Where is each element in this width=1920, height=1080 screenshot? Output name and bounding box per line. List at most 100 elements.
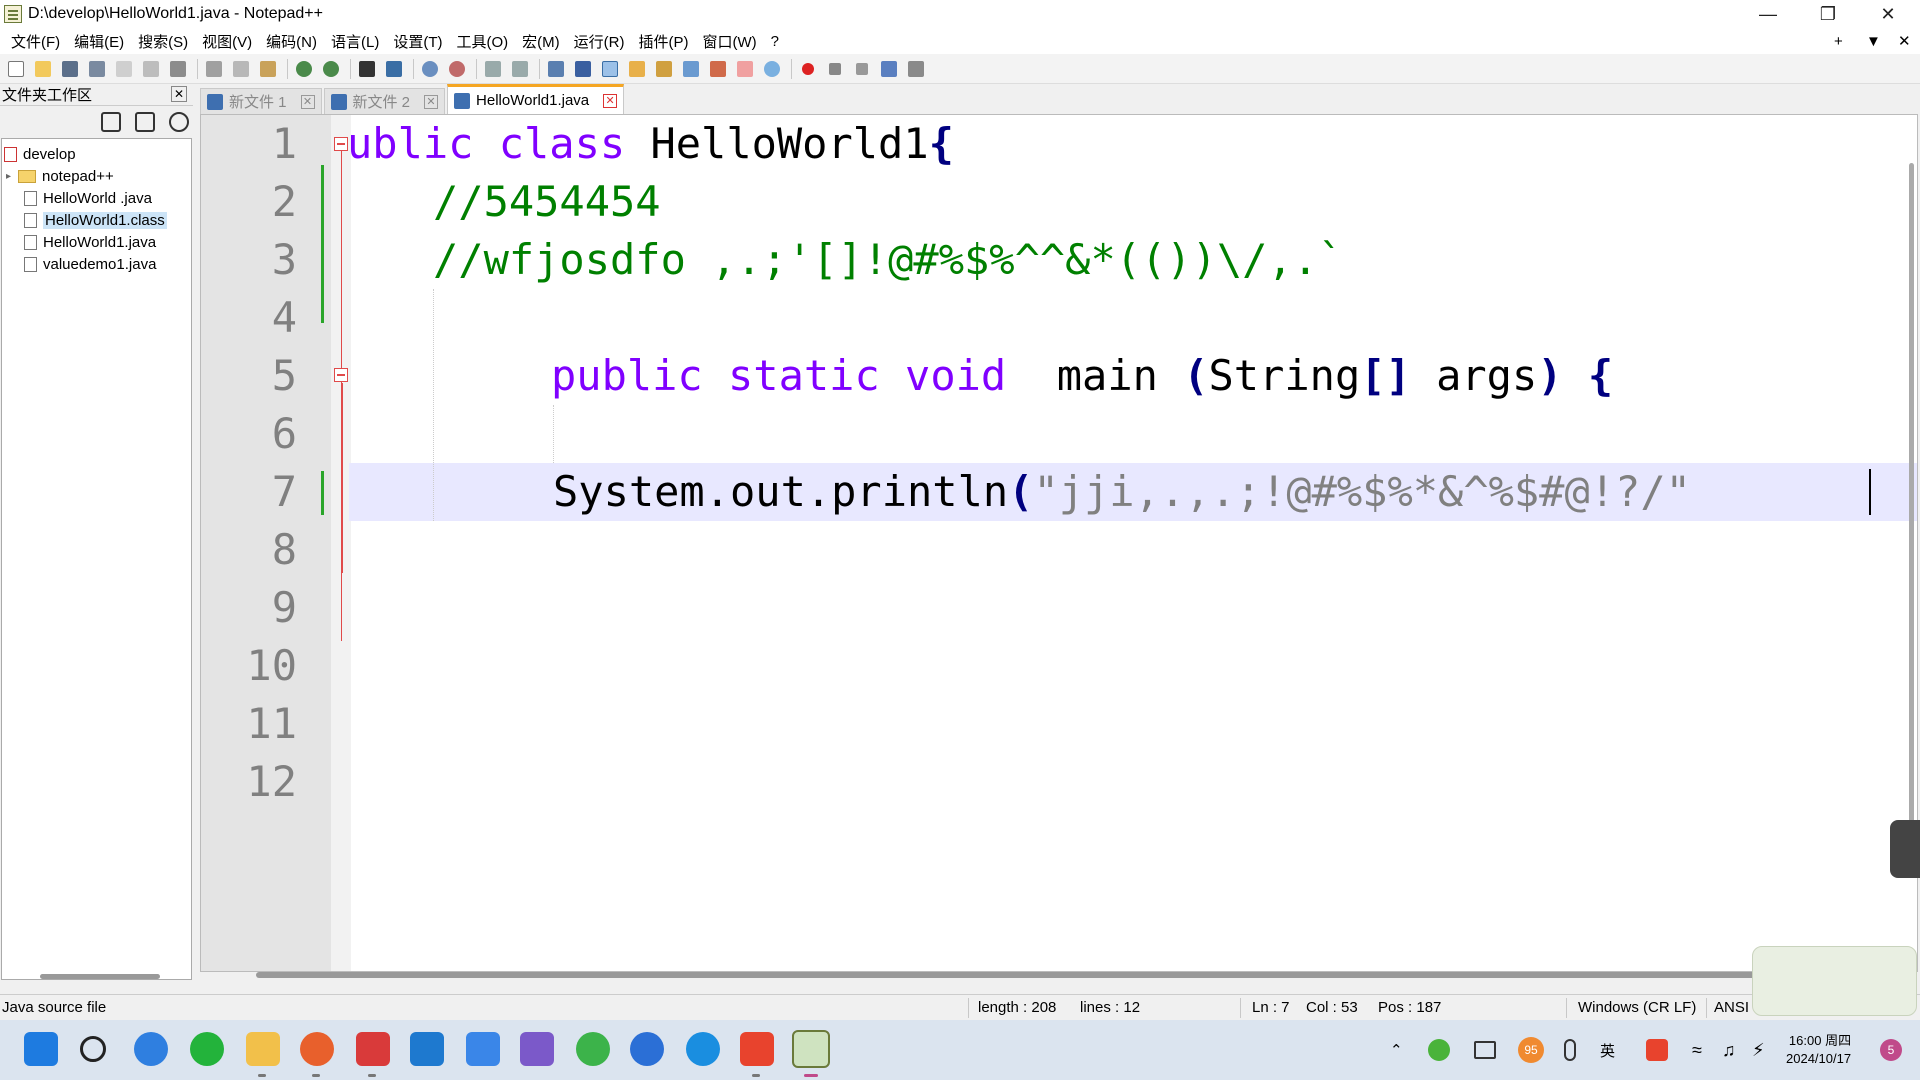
sogou-input-icon[interactable] xyxy=(1646,1039,1668,1061)
menu-edit[interactable]: 编辑(E) xyxy=(67,31,131,52)
function-list-icon[interactable] xyxy=(706,58,730,80)
editor-vertical-scrollbar[interactable] xyxy=(1909,163,1914,853)
tablet-mode-icon[interactable] xyxy=(1474,1041,1496,1059)
microphone-icon[interactable] xyxy=(1564,1039,1576,1061)
score-badge[interactable]: 95 xyxy=(1518,1037,1544,1063)
feishu-icon[interactable] xyxy=(466,1032,500,1066)
save-macro-icon[interactable] xyxy=(904,58,928,80)
menu-view[interactable]: 视图(V) xyxy=(195,31,259,52)
close-window-button[interactable]: ✕ xyxy=(1860,0,1916,28)
locate-current-file-icon[interactable] xyxy=(169,112,189,132)
tab-close-icon[interactable]: ✕ xyxy=(603,93,618,108)
find-icon[interactable] xyxy=(355,58,379,80)
save-icon[interactable] xyxy=(58,58,82,80)
paste-icon[interactable] xyxy=(256,58,280,80)
show-hidden-icons[interactable]: ⌃ xyxy=(1390,1020,1403,1080)
record-macro-icon[interactable] xyxy=(796,58,820,80)
menu-window[interactable]: 窗口(W) xyxy=(695,31,763,52)
new-file-icon[interactable] xyxy=(4,58,28,80)
power-icon[interactable]: ⚡ xyxy=(1752,1020,1765,1080)
udl-icon[interactable] xyxy=(625,58,649,80)
restore-button[interactable]: ❐ xyxy=(1800,0,1856,28)
notification-badge[interactable]: 5 xyxy=(1880,1039,1902,1061)
wifi-icon[interactable]: ≈ xyxy=(1692,1020,1702,1080)
folder-as-workspace-icon[interactable] xyxy=(733,58,757,80)
indent-guide-icon[interactable] xyxy=(598,58,622,80)
save-all-icon[interactable] xyxy=(85,58,109,80)
menu-search[interactable]: 搜索(S) xyxy=(131,31,195,52)
document-map-icon[interactable] xyxy=(652,58,676,80)
status-eol[interactable]: Windows (CR LF) xyxy=(1578,999,1696,1016)
workspace-horizontal-scrollbar[interactable] xyxy=(40,974,160,979)
side-panel-handle[interactable] xyxy=(1890,820,1920,878)
windows-start-icon[interactable] xyxy=(24,1032,58,1066)
play-macro-icon[interactable] xyxy=(850,58,874,80)
menu-settings[interactable]: 设置(T) xyxy=(386,31,449,52)
tab-new-file-2[interactable]: 新文件 2 ✕ xyxy=(323,88,446,114)
kuaizip-icon[interactable] xyxy=(134,1032,168,1066)
sync-horizontal-icon[interactable] xyxy=(508,58,532,80)
video-recorder-icon[interactable] xyxy=(356,1032,390,1066)
status-encoding[interactable]: ANSI xyxy=(1714,999,1749,1016)
ime-skin-widget[interactable] xyxy=(1752,946,1917,1016)
run-macro-multiple-icon[interactable] xyxy=(877,58,901,80)
search-icon[interactable] xyxy=(80,1036,106,1062)
volume-icon[interactable]: ♫ xyxy=(1722,1020,1736,1080)
menu-file[interactable]: 文件(F) xyxy=(4,31,67,52)
tree-item-helloworld-java[interactable]: HelloWorld .java xyxy=(2,187,191,209)
zoom-out-icon[interactable] xyxy=(445,58,469,80)
menu-help[interactable]: ? xyxy=(764,33,786,50)
tree-item-helloworld1-class[interactable]: HelloWorld1.class xyxy=(2,209,191,231)
tab-close-icon[interactable]: ✕ xyxy=(424,94,439,109)
open-file-icon[interactable] xyxy=(31,58,55,80)
replace-icon[interactable] xyxy=(382,58,406,80)
vscode-icon[interactable] xyxy=(410,1032,444,1066)
notepadpp-taskbar-icon[interactable] xyxy=(792,1030,830,1068)
tree-item-valuedemo1-java[interactable]: valuedemo1.java xyxy=(2,253,191,275)
tree-item-helloworld1-java[interactable]: HelloWorld1.java xyxy=(2,231,191,253)
close-file-icon[interactable] xyxy=(112,58,136,80)
firefox-icon[interactable] xyxy=(300,1032,334,1066)
file-explorer-icon[interactable] xyxy=(246,1032,280,1066)
tray-app-icon[interactable] xyxy=(1428,1039,1450,1061)
redo-icon[interactable] xyxy=(319,58,343,80)
close-all-icon[interactable] xyxy=(139,58,163,80)
new-tab-plus[interactable]: + xyxy=(1834,28,1843,54)
unfold-all-icon[interactable] xyxy=(101,112,121,132)
minimize-button[interactable]: — xyxy=(1740,0,1796,28)
tab-list-dropdown[interactable]: ▼ xyxy=(1866,28,1881,54)
zoom-in-icon[interactable] xyxy=(418,58,442,80)
copy-icon[interactable] xyxy=(229,58,253,80)
close-document-button[interactable]: ✕ xyxy=(1898,28,1911,54)
tab-new-file-1[interactable]: 新文件 1 ✕ xyxy=(200,88,322,114)
visual-studio-icon[interactable] xyxy=(520,1032,554,1066)
thunder-icon[interactable] xyxy=(686,1032,720,1066)
tree-item-develop[interactable]: develop xyxy=(2,143,191,165)
fold-all-icon[interactable] xyxy=(135,112,155,132)
monitoring-icon[interactable] xyxy=(760,58,784,80)
cut-icon[interactable] xyxy=(202,58,226,80)
tab-close-icon[interactable]: ✕ xyxy=(300,94,315,109)
workspace-close-button[interactable]: ✕ xyxy=(171,86,187,102)
menu-language[interactable]: 语言(L) xyxy=(324,31,386,52)
word-wrap-icon[interactable] xyxy=(544,58,568,80)
menu-encoding[interactable]: 编码(N) xyxy=(259,31,324,52)
code-editor[interactable]: 1 ublic class HelloWorld1{ 2 //5454454 3… xyxy=(200,114,1918,972)
editor-horizontal-scrollbar[interactable] xyxy=(256,972,1844,978)
blue-bird-icon[interactable] xyxy=(630,1032,664,1066)
menu-run[interactable]: 运行(R) xyxy=(567,31,632,52)
print-icon[interactable] xyxy=(166,58,190,80)
system-clock[interactable]: 16:00 周四 2024/10/17 xyxy=(1786,1032,1851,1068)
show-all-chars-icon[interactable] xyxy=(571,58,595,80)
expand-arrow-icon[interactable]: ▸ xyxy=(6,171,18,182)
ime-language[interactable]: 英 xyxy=(1600,1020,1615,1080)
tab-helloworld1-java[interactable]: HelloWorld1.java ✕ xyxy=(447,84,625,114)
wps-icon[interactable] xyxy=(740,1032,774,1066)
wechat-icon[interactable] xyxy=(190,1032,224,1066)
sync-vertical-icon[interactable] xyxy=(481,58,505,80)
menu-plugins[interactable]: 插件(P) xyxy=(631,31,695,52)
browser-e-icon[interactable] xyxy=(576,1032,610,1066)
tree-item-notepadpp[interactable]: ▸ notepad++ xyxy=(2,165,191,187)
undo-icon[interactable] xyxy=(292,58,316,80)
document-list-icon[interactable] xyxy=(679,58,703,80)
